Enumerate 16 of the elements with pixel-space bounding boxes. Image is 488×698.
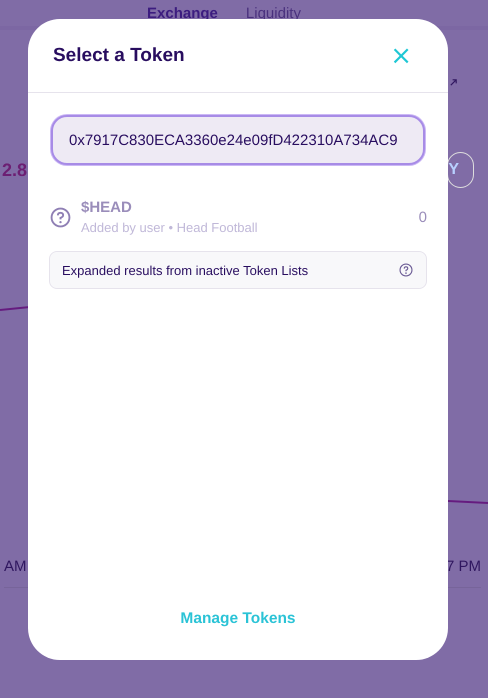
arrow-icon[interactable] bbox=[449, 78, 458, 87]
question-icon bbox=[50, 206, 71, 228]
notice-text: Expanded results from inactive Token Lists bbox=[62, 262, 308, 278]
token-symbol: $HEAD bbox=[81, 199, 133, 216]
chart-line bbox=[448, 500, 488, 504]
nav-tab[interactable]: Exchange bbox=[147, 4, 218, 22]
time-label: AM bbox=[4, 558, 26, 575]
help-icon[interactable] bbox=[399, 263, 413, 277]
token-subtitle: Added by user • Head Football bbox=[81, 220, 259, 235]
modal-title: Select a Token bbox=[53, 44, 185, 66]
nav-tab[interactable]: Liquidity bbox=[246, 4, 301, 22]
search-field[interactable]: 0x7917C830ECA3360e24e09fD422310A734AC9 bbox=[51, 115, 425, 165]
manage-tokens-button[interactable]: Manage Tokens bbox=[172, 606, 304, 632]
close-button[interactable]: × bbox=[390, 42, 412, 68]
token-balance: 0 bbox=[418, 208, 427, 226]
price-text: 2.8 bbox=[2, 160, 28, 180]
